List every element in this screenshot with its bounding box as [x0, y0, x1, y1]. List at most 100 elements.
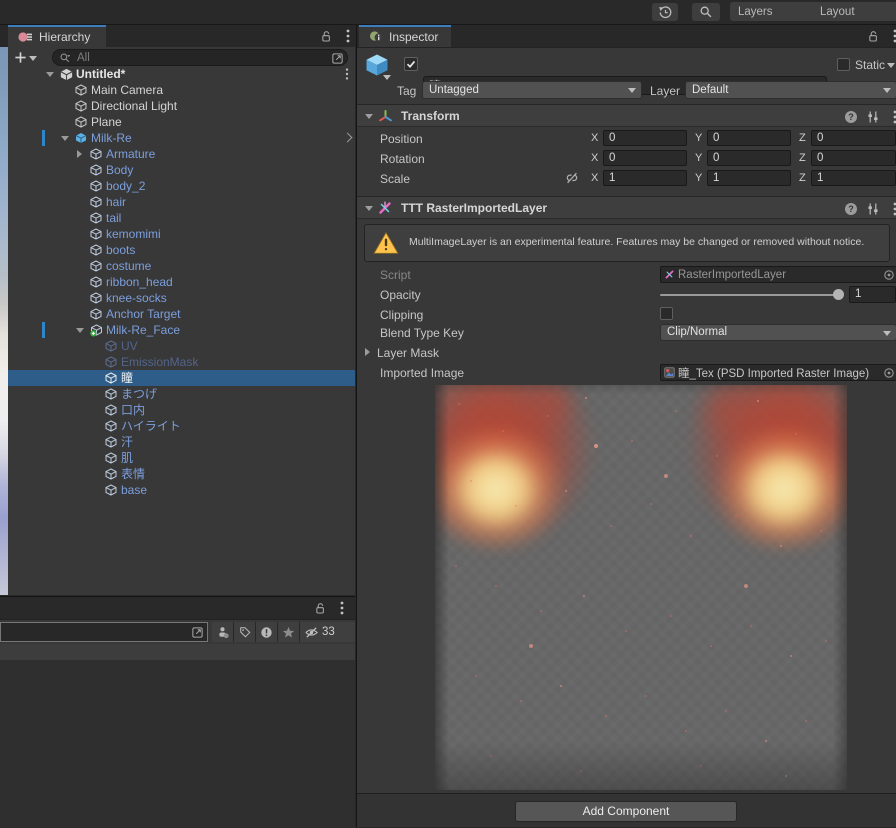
transform-header[interactable]: Transform ? — [357, 104, 896, 127]
scale-y-field[interactable]: 1 — [707, 170, 791, 186]
kebab-menu-icon[interactable] — [334, 600, 350, 616]
hierarchy-item[interactable]: Body — [8, 162, 355, 178]
position-x-field[interactable]: 0 — [603, 130, 687, 146]
presets-icon[interactable] — [865, 201, 880, 216]
hidden-objects-toggle[interactable]: 33 — [300, 622, 355, 642]
foldout-expanded-icon[interactable] — [365, 206, 373, 211]
position-z-field[interactable]: 0 — [811, 130, 896, 146]
hierarchy-item[interactable]: knee-socks — [8, 290, 355, 306]
hierarchy-item[interactable]: Plane — [8, 114, 355, 130]
foldout-expanded-icon[interactable] — [61, 136, 69, 141]
static-dropdown-caret[interactable] — [887, 63, 895, 68]
open-in-window-icon[interactable] — [191, 626, 204, 639]
hierarchy-item[interactable]: 表情 — [8, 466, 355, 482]
lock-icon[interactable] — [865, 28, 881, 44]
hierarchy-item[interactable]: tail — [8, 210, 355, 226]
tab-inspector[interactable]: Inspector — [359, 25, 451, 47]
chevron-down-icon — [883, 331, 891, 336]
script-object-field[interactable]: RasterImportedLayer — [660, 266, 896, 283]
hierarchy-item-label: EmissionMask — [121, 355, 198, 369]
hierarchy-item[interactable]: kemomimi — [8, 226, 355, 242]
hierarchy-item-label: hair — [106, 195, 126, 209]
position-y-field[interactable]: 0 — [707, 130, 791, 146]
foldout-expanded-icon[interactable] — [365, 114, 373, 119]
kebab-menu-icon[interactable] — [887, 109, 896, 124]
hierarchy-item[interactable]: Main Camera — [8, 82, 355, 98]
opacity-value-field[interactable]: 1 — [849, 286, 896, 303]
hierarchy-item[interactable]: ribbon_head — [8, 274, 355, 290]
tag-dropdown[interactable]: Untagged — [422, 81, 642, 99]
presets-icon[interactable] — [865, 109, 880, 124]
rotation-x-field[interactable]: 0 — [603, 150, 687, 166]
opacity-label: Opacity — [380, 288, 421, 302]
active-checkbox[interactable] — [404, 57, 418, 71]
search-button[interactable] — [692, 3, 720, 21]
hierarchy-item[interactable]: Armature — [8, 146, 355, 162]
clipping-checkbox[interactable] — [660, 307, 673, 320]
clipping-label: Clipping — [380, 308, 423, 322]
kebab-menu-icon[interactable] — [345, 68, 349, 80]
filter-by-type-button[interactable] — [212, 622, 234, 642]
hierarchy-item[interactable]: 口内 — [8, 402, 355, 418]
hierarchy-item[interactable]: Milk-Re — [8, 130, 355, 146]
hierarchy-item[interactable]: 瞳 — [8, 370, 355, 386]
hierarchy-item[interactable]: Directional Light — [8, 98, 355, 114]
kebab-menu-icon[interactable] — [887, 28, 896, 44]
hierarchy-item[interactable]: body_2 — [8, 178, 355, 194]
rotation-z-field[interactable]: 0 — [811, 150, 896, 166]
layout-dropdown[interactable]: Layout — [812, 2, 896, 21]
hierarchy-item[interactable]: hair — [8, 194, 355, 210]
inspector-tab-label: Inspector — [389, 30, 438, 44]
object-picker-icon[interactable] — [883, 269, 895, 281]
gameobject-cube-icon[interactable] — [363, 51, 391, 79]
layer-label: Layer — [650, 84, 680, 98]
chevron-right-icon[interactable] — [343, 133, 353, 143]
lock-icon[interactable] — [312, 600, 328, 616]
opacity-row: Opacity 1 — [357, 286, 896, 304]
history-icon — [658, 5, 673, 20]
hierarchy-item[interactable]: ハイライト — [8, 418, 355, 434]
hierarchy-item[interactable]: 肌 — [8, 450, 355, 466]
foldout-expanded-icon[interactable] — [46, 72, 54, 77]
scale-z-field[interactable]: 1 — [811, 170, 896, 186]
preview-vignette — [435, 385, 847, 790]
cube-icon — [75, 116, 87, 128]
hierarchy-item[interactable]: EmissionMask — [8, 354, 355, 370]
hierarchy-item[interactable]: boots — [8, 242, 355, 258]
hierarchy-item[interactable]: Untitled* — [8, 66, 355, 82]
hierarchy-item[interactable]: 汗 — [8, 434, 355, 450]
opacity-slider-track[interactable] — [660, 294, 840, 296]
hierarchy-item[interactable]: UV — [8, 338, 355, 354]
hierarchy-item[interactable]: Milk-Re_Face — [8, 322, 355, 338]
import-log-button[interactable] — [256, 622, 278, 642]
help-icon[interactable]: ? — [843, 109, 858, 124]
raster-layer-header[interactable]: TTT RasterImportedLayer ? — [357, 196, 896, 219]
foldout-collapsed-icon[interactable] — [365, 348, 370, 356]
project-search — [0, 622, 208, 642]
layer-dropdown[interactable]: Default — [685, 81, 896, 99]
imported-image-object-field[interactable]: 瞳_Tex (PSD Imported Raster Image) — [660, 364, 896, 381]
hierarchy-item[interactable]: Anchor Target — [8, 306, 355, 322]
imported-image-value: 瞳_Tex (PSD Imported Raster Image) — [678, 365, 869, 381]
rotation-y-field[interactable]: 0 — [707, 150, 791, 166]
foldout-expanded-icon[interactable] — [76, 328, 84, 333]
foldout-collapsed-icon[interactable] — [77, 150, 82, 158]
blend-type-dropdown[interactable]: Clip/Normal — [660, 324, 896, 341]
star-icon — [282, 626, 295, 639]
object-picker-icon[interactable] — [883, 367, 895, 379]
scale-x-field[interactable]: 1 — [603, 170, 687, 186]
broken-link-icon[interactable] — [565, 171, 579, 185]
hierarchy-item[interactable]: まつげ — [8, 386, 355, 402]
save-search-button[interactable] — [278, 622, 300, 642]
help-icon[interactable]: ? — [843, 201, 858, 216]
undo-history-button[interactable] — [652, 3, 678, 21]
filter-by-label-button[interactable] — [234, 622, 256, 642]
hierarchy-item[interactable]: costume — [8, 258, 355, 274]
hierarchy-item-label: 肌 — [121, 451, 133, 465]
static-checkbox[interactable] — [837, 58, 850, 71]
hierarchy-item[interactable]: base — [8, 482, 355, 498]
add-component-button[interactable]: Add Component — [515, 801, 737, 822]
project-search-input[interactable] — [1, 624, 179, 642]
kebab-menu-icon[interactable] — [887, 201, 896, 216]
opacity-slider-handle[interactable] — [833, 289, 844, 300]
